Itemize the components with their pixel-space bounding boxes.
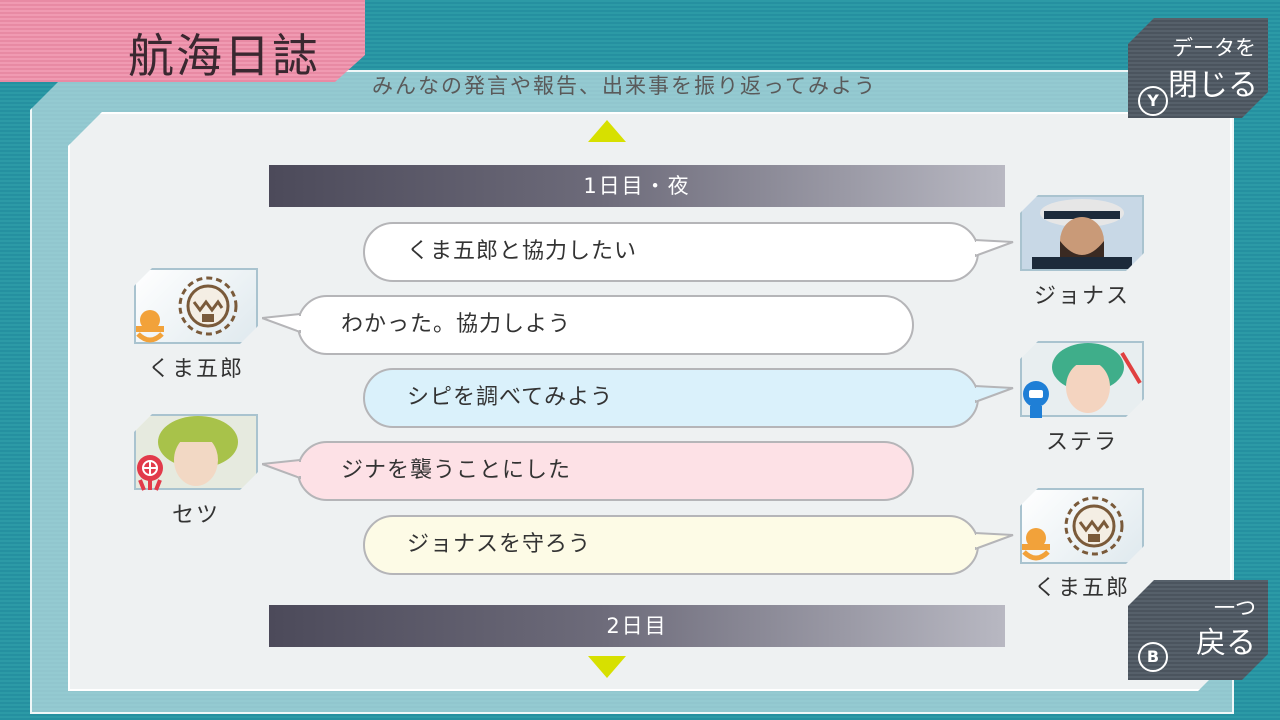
jonas-portrait-icon	[1022, 197, 1142, 269]
speaker-name: くま五郎	[1033, 576, 1130, 601]
message-bubble-setsu: ジナを襲うことにした	[297, 441, 914, 501]
back-button[interactable]: 一つ 戻る B	[1128, 580, 1268, 680]
scroll-up-arrow-icon[interactable]	[588, 120, 626, 142]
message-text: ジナを襲うことにした	[341, 458, 572, 483]
bubble-tail	[262, 458, 302, 480]
bubble-tail	[975, 531, 1014, 551]
bubble-tail	[975, 384, 1014, 404]
scroll-down-arrow-icon[interactable]	[588, 656, 626, 678]
b-key-icon: B	[1138, 642, 1168, 672]
close-button-line1: データを	[1172, 36, 1256, 60]
role-badge-icon	[1023, 381, 1049, 418]
y-key-icon: Y	[1138, 86, 1168, 116]
bubble-tail	[262, 312, 302, 334]
message-bubble-stella: シピを調べてみよう	[363, 368, 979, 428]
speaker-name: ステラ	[1045, 430, 1118, 455]
role-badge-icon	[137, 455, 163, 491]
back-button-line2: 戻る	[1196, 626, 1256, 661]
bubble-tail	[975, 238, 1014, 258]
message-text: わかった。協力しよう	[341, 312, 572, 337]
message-bubble-kumagoro: わかった。協力しよう	[297, 295, 914, 355]
page-subtitle: みんなの発言や報告、出来事を振り返ってみよう	[372, 74, 877, 98]
message-bubble-jonas: くま五郎と協力したい	[363, 222, 979, 282]
avatar-jonas[interactable]	[1020, 195, 1144, 271]
message-text: シピを調べてみよう	[407, 385, 614, 410]
message-text: くま五郎と協力したい	[407, 239, 638, 264]
day-header-current: 1日目・夜	[269, 165, 1005, 207]
close-data-button[interactable]: データを 閉じる Y	[1128, 18, 1268, 118]
message-text: ジョナスを守ろう	[407, 532, 592, 557]
role-badge-icon	[136, 310, 164, 343]
speaker-name: くま五郎	[147, 357, 244, 382]
speaker-name: セツ	[171, 503, 220, 528]
message-bubble-kumagoro-2: ジョナスを守ろう	[363, 515, 979, 575]
page-title: 航海日誌	[128, 29, 320, 83]
close-button-line2: 閉じる	[1168, 68, 1258, 103]
day-header-next: 2日目	[269, 605, 1005, 647]
role-badge-icon	[1022, 528, 1050, 561]
speaker-name: ジョナス	[1033, 284, 1130, 309]
